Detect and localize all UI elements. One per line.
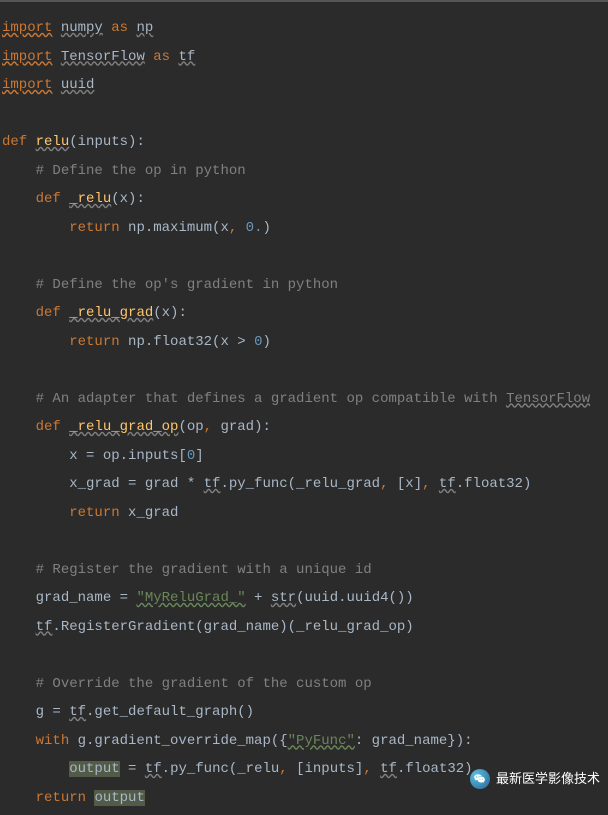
code-line	[0, 242, 608, 271]
code-line: def _relu_grad(x):	[0, 299, 608, 328]
code-line	[0, 356, 608, 385]
code-line: x = op.inputs[0]	[0, 442, 608, 471]
code-line: import numpy as np	[0, 14, 608, 43]
code-line	[0, 527, 608, 556]
code-line: g = tf.get_default_graph()	[0, 698, 608, 727]
code-line: import TensorFlow as tf	[0, 43, 608, 72]
code-line: # Override the gradient of the custom op	[0, 670, 608, 699]
code-line	[0, 100, 608, 129]
watermark: 最新医学影像技术	[470, 765, 600, 794]
code-line: return np.maximum(x, 0.)	[0, 214, 608, 243]
code-line: grad_name = "MyReluGrad_" + str(uuid.uui…	[0, 584, 608, 613]
code-line: with g.gradient_override_map({"PyFunc": …	[0, 727, 608, 756]
code-line	[0, 641, 608, 670]
code-line: def relu(inputs):	[0, 128, 608, 157]
watermark-text: 最新医学影像技术	[496, 765, 600, 794]
code-line: return np.float32(x > 0)	[0, 328, 608, 357]
code-editor: import numpy as np import TensorFlow as …	[0, 14, 608, 812]
code-line: tf.RegisterGradient(grad_name)(_relu_gra…	[0, 613, 608, 642]
code-line: def _relu_grad_op(op, grad):	[0, 413, 608, 442]
code-line: import uuid	[0, 71, 608, 100]
code-line: x_grad = grad * tf.py_func(_relu_grad, […	[0, 470, 608, 499]
code-line: def _relu(x):	[0, 185, 608, 214]
code-line: # Define the op in python	[0, 157, 608, 186]
code-line: # An adapter that defines a gradient op …	[0, 385, 608, 414]
wechat-icon	[470, 769, 490, 789]
code-line: # Register the gradient with a unique id	[0, 556, 608, 585]
code-line: return x_grad	[0, 499, 608, 528]
code-line: # Define the op's gradient in python	[0, 271, 608, 300]
